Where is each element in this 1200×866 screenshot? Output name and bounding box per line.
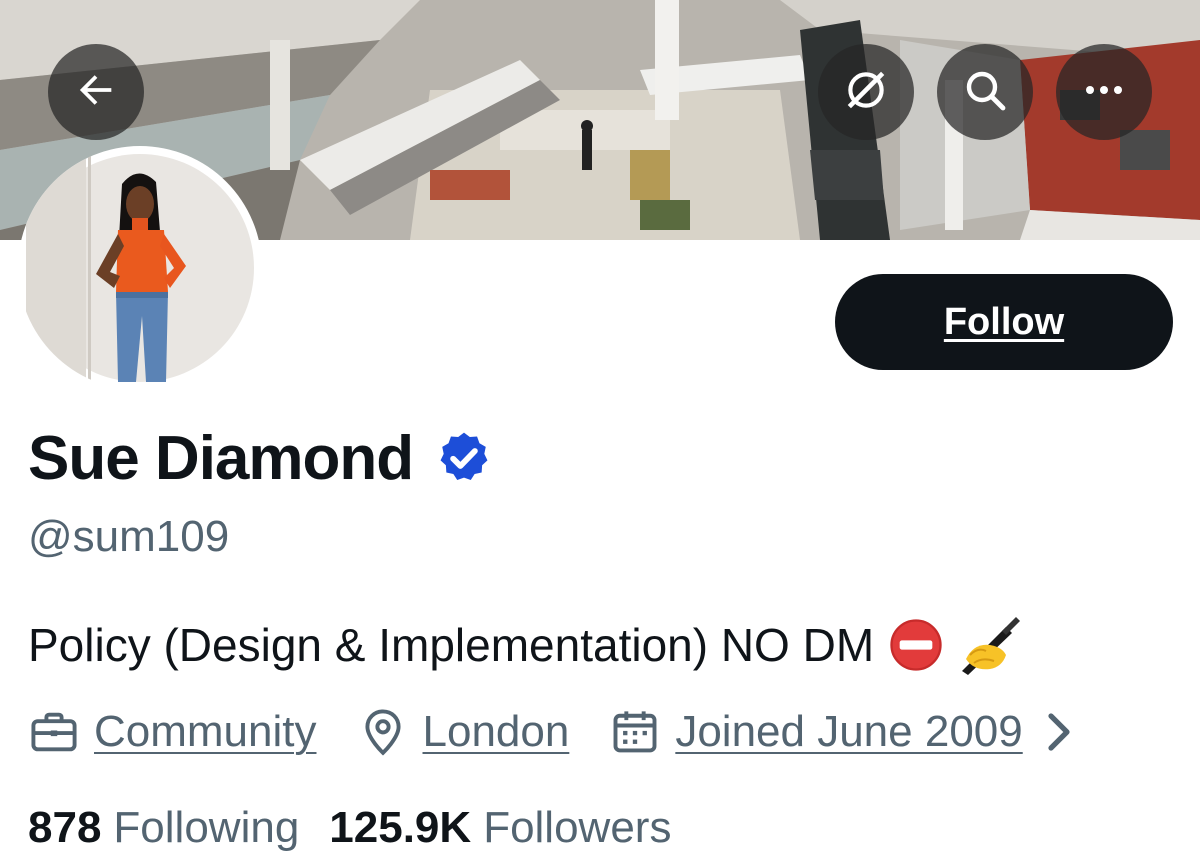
- location-item[interactable]: London: [357, 706, 570, 758]
- user-handle: @sum109: [28, 512, 230, 561]
- grok-slash-icon: [841, 65, 891, 120]
- followers-label: Followers: [483, 803, 672, 852]
- profile-stats: 878 Following 125.9K Followers: [28, 800, 701, 856]
- location-pin-icon: [357, 706, 409, 758]
- following-label: Following: [113, 803, 300, 852]
- category-link[interactable]: Community: [94, 707, 317, 757]
- verified-badge-icon[interactable]: [435, 429, 493, 487]
- display-name: Sue Diamond: [28, 423, 414, 493]
- more-horizontal-icon: [1080, 66, 1128, 119]
- name-row: Sue Diamond: [28, 418, 493, 498]
- chevron-right-icon[interactable]: [1041, 708, 1077, 756]
- joined-link[interactable]: Joined June 2009: [675, 707, 1022, 757]
- calendar-icon: [609, 706, 661, 758]
- follow-button[interactable]: Follow: [835, 274, 1173, 370]
- profile-avatar[interactable]: [18, 146, 262, 390]
- briefcase-icon: [28, 706, 80, 758]
- bio-text: Policy (Design & Implementation) NO DM: [28, 619, 875, 671]
- writing-hand-icon: [958, 615, 1022, 675]
- no-entry-icon: [888, 617, 944, 673]
- category-item[interactable]: Community: [28, 706, 317, 758]
- grok-button[interactable]: [818, 44, 914, 140]
- followers-count: 125.9K: [329, 803, 472, 852]
- more-button[interactable]: [1056, 44, 1152, 140]
- back-button[interactable]: [48, 44, 144, 140]
- profile-bio: Policy (Design & Implementation) NO DM: [28, 613, 1022, 677]
- search-button[interactable]: [937, 44, 1033, 140]
- following-count: 878: [28, 803, 102, 852]
- search-icon: [961, 66, 1009, 119]
- joined-item[interactable]: Joined June 2009: [609, 706, 1023, 758]
- followers-stat[interactable]: 125.9K Followers: [329, 803, 671, 853]
- avatar-photo: [26, 154, 254, 384]
- following-stat[interactable]: 878 Following: [28, 803, 299, 853]
- arrow-left-icon: [73, 67, 119, 118]
- location-link[interactable]: London: [423, 707, 570, 757]
- profile-meta: Community London Joined June 2009: [28, 700, 1077, 764]
